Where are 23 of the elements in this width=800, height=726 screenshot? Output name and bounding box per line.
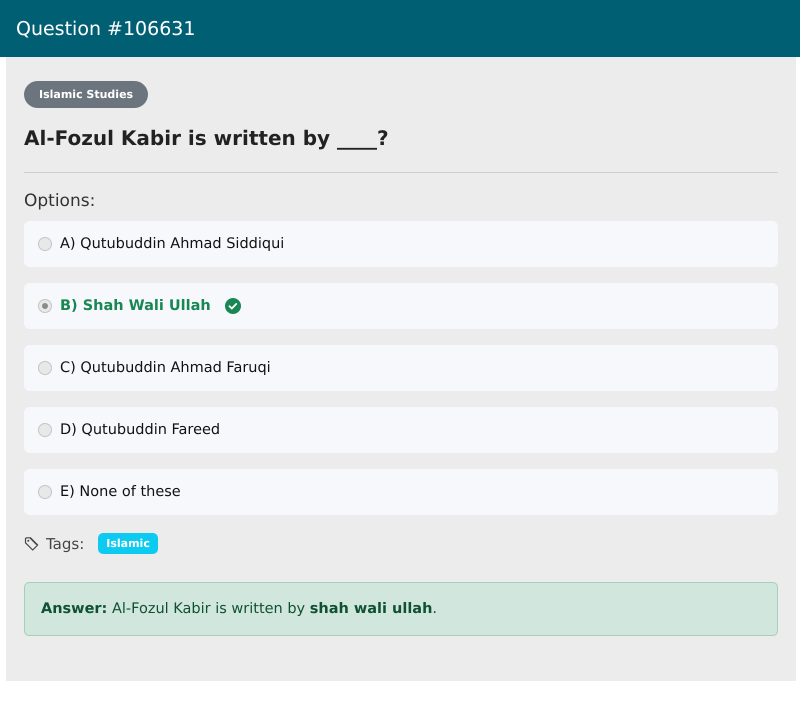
option-row[interactable]: D) Qutubuddin Fareed <box>24 407 778 453</box>
option-row[interactable]: E) None of these <box>24 469 778 515</box>
question-title: Question #106631 <box>16 18 196 40</box>
question-text: Al-Fozul Kabir is written by ____? <box>24 126 389 150</box>
radio-button[interactable] <box>38 299 52 313</box>
tags-label: Tags: <box>46 534 84 552</box>
radio-button[interactable] <box>38 237 52 251</box>
option-text: C) Qutubuddin Ahmad Faruqi <box>60 360 271 376</box>
option-row[interactable]: C) Qutubuddin Ahmad Faruqi <box>24 345 778 391</box>
tag-icon <box>24 536 40 552</box>
category-badge: Islamic Studies <box>24 81 148 108</box>
option-row[interactable]: B) Shah Wali Ullah <box>24 283 778 329</box>
options-label: Options: <box>24 191 96 211</box>
radio-button[interactable] <box>38 423 52 437</box>
check-circle-icon <box>224 298 241 314</box>
option-text: D) Qutubuddin Fareed <box>60 422 220 438</box>
option-text: A) Qutubuddin Ahmad Siddiqui <box>60 236 284 252</box>
option-text: E) None of these <box>60 484 181 500</box>
radio-button[interactable] <box>38 361 52 375</box>
answer-text: Answer: Al-Fozul Kabir is written by shah wali ullah. <box>41 601 438 617</box>
radio-button[interactable] <box>38 485 52 499</box>
option-row[interactable]: A) Qutubuddin Ahmad Siddiqui <box>24 221 778 267</box>
option-text: B) Shah Wali Ullah <box>60 298 211 314</box>
